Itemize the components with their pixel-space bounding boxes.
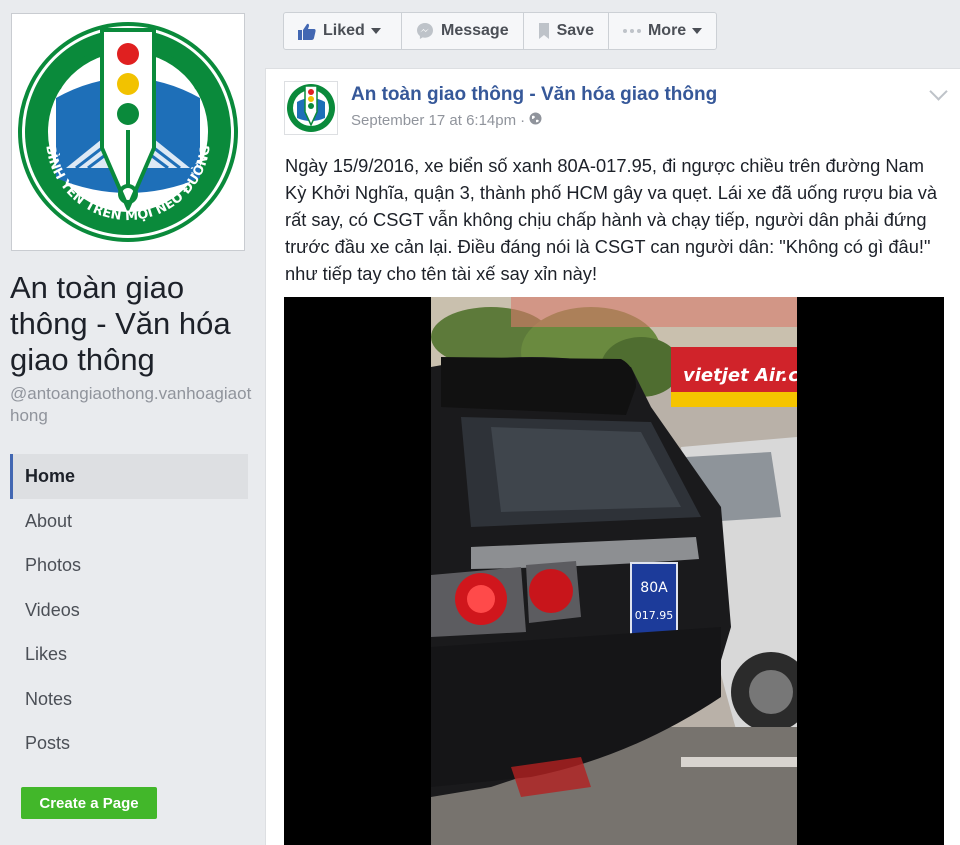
post-author-avatar[interactable] — [284, 81, 338, 135]
thumbs-up-icon — [298, 23, 316, 40]
nav-item-photos[interactable]: Photos — [10, 543, 248, 588]
left-sidebar: BÌNH YÊN TRÊN MỌI NẺO ĐƯỜNG An toàn giao… — [0, 0, 265, 845]
nav-item-posts[interactable]: Posts — [10, 721, 248, 766]
create-page-button[interactable]: Create a Page — [21, 787, 157, 819]
more-label: More — [647, 22, 687, 39]
profile-picture[interactable]: BÌNH YÊN TRÊN MỌI NẺO ĐƯỜNG — [11, 13, 245, 251]
nav-item-notes[interactable]: Notes — [10, 677, 248, 722]
page-title: An toàn giao thông - Văn hóa giao thông — [10, 270, 231, 377]
globe-icon[interactable] — [529, 112, 542, 129]
message-button[interactable]: Message — [402, 13, 524, 49]
liked-label: Liked — [323, 22, 365, 39]
liked-button[interactable]: Liked — [284, 13, 402, 49]
nav-item-videos[interactable]: Videos — [10, 588, 248, 633]
post-card: An toàn giao thông - Văn hóa giao thông … — [265, 69, 960, 845]
nav-item-home[interactable]: Home — [10, 454, 248, 499]
video-frame: vietjet Air.com 80A 017.95 — [431, 297, 797, 845]
page-action-bar: Liked Message Save More — [283, 12, 718, 50]
save-button[interactable]: Save — [524, 13, 609, 49]
meta-separator: · — [520, 112, 526, 129]
more-button[interactable]: More — [609, 13, 716, 49]
nav-item-about[interactable]: About — [10, 499, 248, 544]
post-body-text: Ngày 15/9/2016, xe biển số xanh 80A-017.… — [285, 155, 938, 284]
save-label: Save — [556, 22, 594, 39]
page-handle[interactable]: @antoangiaothong.vanhoagiaothong — [10, 383, 260, 427]
bookmark-icon — [538, 23, 550, 39]
video-player[interactable]: vietjet Air.com 80A 017.95 — [284, 297, 944, 845]
page-navigation: Home About Photos Videos Likes Notes Pos… — [10, 454, 248, 766]
svg-text:vietjet Air.com: vietjet Air.com — [683, 365, 797, 386]
post-metadata: September 17 at 6:14pm · — [351, 112, 542, 129]
svg-text:017.95: 017.95 — [635, 609, 674, 622]
chevron-down-icon — [370, 28, 381, 34]
ellipsis-icon — [622, 29, 641, 33]
traffic-safety-logo — [287, 84, 335, 132]
messenger-icon — [416, 22, 434, 40]
chevron-down-icon — [692, 28, 703, 34]
nav-item-likes[interactable]: Likes — [10, 632, 248, 677]
post-author-name[interactable]: An toàn giao thông - Văn hóa giao thông — [351, 84, 717, 106]
svg-text:80A: 80A — [640, 580, 668, 596]
post-options-chevron-icon[interactable] — [929, 82, 948, 101]
message-label: Message — [441, 22, 509, 39]
traffic-safety-logo: BÌNH YÊN TRÊN MỌI NẺO ĐƯỜNG — [18, 22, 238, 242]
post-timestamp[interactable]: September 17 at 6:14pm — [351, 112, 516, 129]
